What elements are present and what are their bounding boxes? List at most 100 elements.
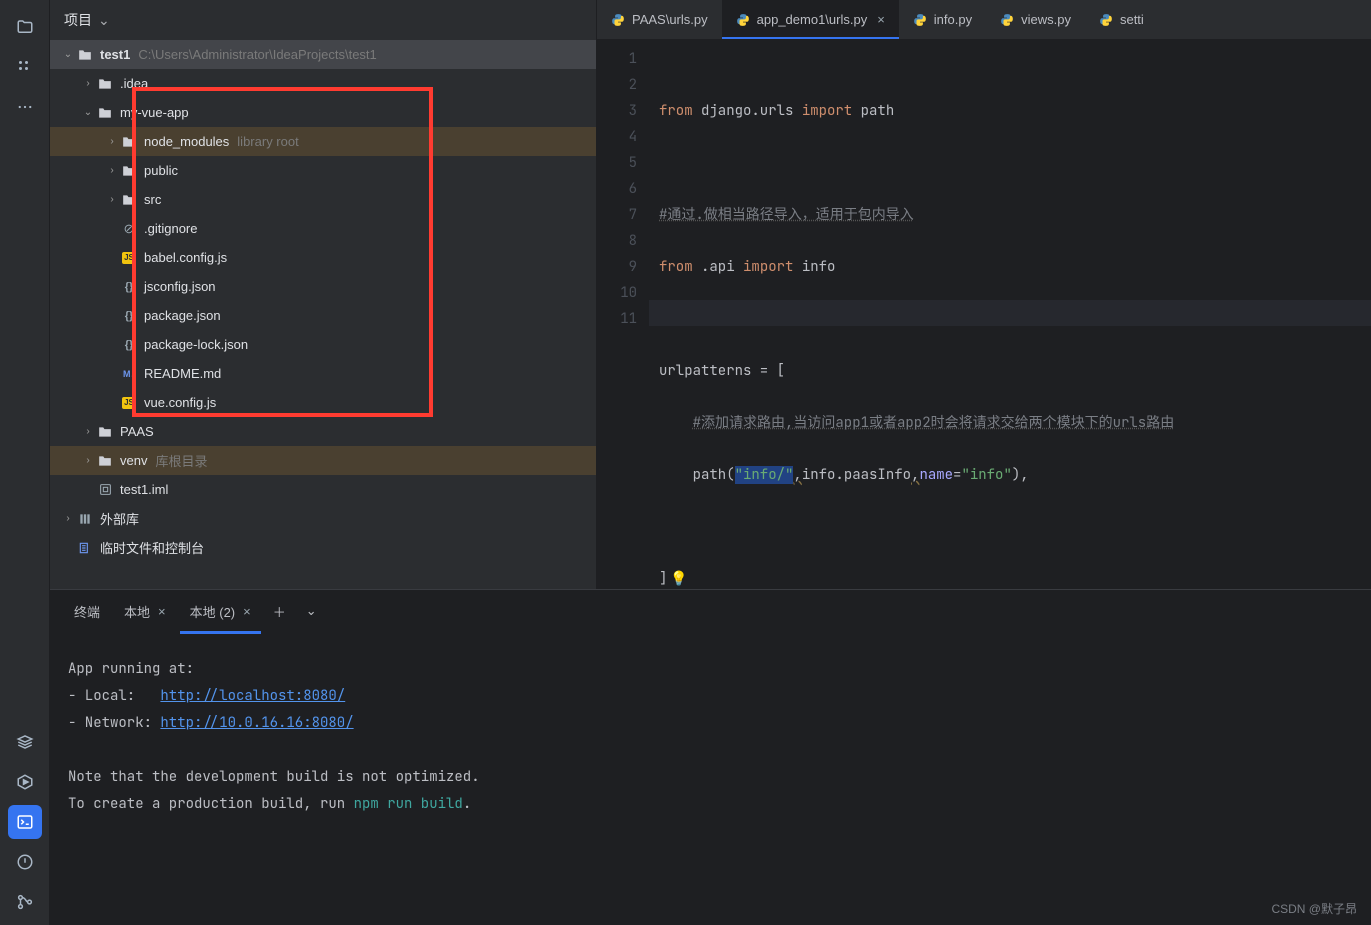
tab-label: setti: [1120, 12, 1144, 27]
bulb-icon[interactable]: 💡: [670, 570, 687, 588]
services-tool-icon[interactable]: [8, 725, 42, 759]
folder-icon: [96, 107, 114, 119]
tree-item-babel-config[interactable]: JS babel.config.js: [50, 243, 596, 272]
tree-item-iml[interactable]: test1.iml: [50, 475, 596, 504]
python-icon: [736, 13, 750, 27]
tree-label: my-vue-app: [120, 105, 189, 120]
tree-label: package-lock.json: [144, 337, 248, 352]
json-icon: {}: [120, 281, 138, 293]
tab-info[interactable]: info.py: [899, 0, 986, 40]
tree-item-vue-config[interactable]: JS vue.config.js: [50, 388, 596, 417]
tree-item-venv[interactable]: › venv 库根目录: [50, 446, 596, 475]
terminal-title[interactable]: 终端: [64, 596, 110, 627]
tree-label: test1.iml: [120, 482, 168, 497]
project-tool-icon[interactable]: [8, 10, 42, 44]
terminal-more-button[interactable]: ⌄: [298, 599, 325, 623]
arrow-right-icon[interactable]: ›: [104, 165, 120, 176]
project-tree: ⌄ test1 C:\Users\Administrator\IdeaProje…: [50, 40, 596, 589]
terminal-tool-icon[interactable]: [8, 805, 42, 839]
python-icon: [1099, 13, 1113, 27]
scratches-icon: [76, 541, 94, 555]
close-icon[interactable]: ×: [243, 604, 251, 619]
editor-area: PAAS\urls.py app_demo1\urls.py × info.py…: [597, 0, 1371, 589]
arrow-right-icon[interactable]: ›: [80, 455, 96, 466]
tree-label: babel.config.js: [144, 250, 227, 265]
tree-item-jsconfig[interactable]: {} jsconfig.json: [50, 272, 596, 301]
git-tool-icon[interactable]: [8, 885, 42, 919]
tree-label: vue.config.js: [144, 395, 216, 410]
tree-root[interactable]: ⌄ test1 C:\Users\Administrator\IdeaProje…: [50, 40, 596, 69]
tab-settings[interactable]: setti: [1085, 0, 1158, 40]
markdown-icon: M↓: [120, 369, 138, 379]
tree-suffix: 库根目录: [155, 451, 207, 470]
tree-item-src[interactable]: › src: [50, 185, 596, 214]
network-url-link[interactable]: http://10.0.16.16:8080/: [160, 714, 353, 732]
arrow-right-icon[interactable]: ›: [80, 78, 96, 89]
tree-item-paas[interactable]: › PAAS: [50, 417, 596, 446]
tree-label: 临时文件和控制台: [100, 538, 204, 557]
terminal-panel: 终端 本地 × 本地 (2) × ＋ ⌄ App running at: - L…: [50, 589, 1371, 925]
arrow-down-icon[interactable]: ⌄: [60, 49, 76, 60]
tab-label: PAAS\urls.py: [632, 12, 708, 27]
project-icon: [76, 49, 94, 61]
more-tool-icon[interactable]: [8, 90, 42, 124]
iml-icon: [96, 483, 114, 496]
project-panel-header[interactable]: 项目 ⌄: [50, 0, 596, 40]
tree-item-package-lock[interactable]: {} package-lock.json: [50, 330, 596, 359]
tree-item-public[interactable]: › public: [50, 156, 596, 185]
folder-icon: [96, 78, 114, 90]
tree-item-node-modules[interactable]: › node_modules library root: [50, 127, 596, 156]
tree-label: PAAS: [120, 424, 154, 439]
tree-label: src: [144, 192, 161, 207]
structure-tool-icon[interactable]: [8, 50, 42, 84]
python-icon: [611, 13, 625, 27]
editor-tabs: PAAS\urls.py app_demo1\urls.py × info.py…: [597, 0, 1371, 40]
tree-item-external-libs[interactable]: › 外部库: [50, 504, 596, 533]
code-editor[interactable]: 1234567891011 from django.urls import pa…: [597, 40, 1371, 589]
tree-label: 外部库: [100, 509, 139, 528]
library-icon: [76, 512, 94, 526]
tree-item-package-json[interactable]: {} package.json: [50, 301, 596, 330]
tree-label: venv: [120, 453, 147, 468]
terminal-tab-local-2[interactable]: 本地 (2) ×: [180, 596, 261, 627]
watermark: CSDN @默子昂: [1271, 900, 1357, 917]
folder-icon: [120, 136, 138, 148]
terminal-tab-local[interactable]: 本地 ×: [114, 596, 176, 627]
json-icon: {}: [120, 310, 138, 322]
close-icon[interactable]: ×: [877, 12, 885, 27]
local-url-link[interactable]: http://localhost:8080/: [160, 687, 345, 705]
arrow-down-icon[interactable]: ⌄: [80, 107, 96, 118]
tab-paas-urls[interactable]: PAAS\urls.py: [597, 0, 722, 40]
tree-item-my-vue-app[interactable]: ⌄ my-vue-app: [50, 98, 596, 127]
close-icon[interactable]: ×: [158, 604, 166, 619]
tab-app-demo1-urls[interactable]: app_demo1\urls.py ×: [722, 0, 899, 40]
add-terminal-button[interactable]: ＋: [265, 598, 294, 625]
arrow-right-icon[interactable]: ›: [104, 136, 120, 147]
folder-icon: [120, 165, 138, 177]
tree-item-scratches[interactable]: 临时文件和控制台: [50, 533, 596, 562]
tree-item-gitignore[interactable]: ⊘ .gitignore: [50, 214, 596, 243]
run-tool-icon[interactable]: [8, 765, 42, 799]
python-icon: [1000, 13, 1014, 27]
js-icon: JS: [120, 252, 138, 264]
gitignore-icon: ⊘: [120, 221, 138, 237]
arrow-right-icon[interactable]: ›: [104, 194, 120, 205]
tab-label: 本地: [124, 602, 150, 621]
activity-bar: [0, 0, 50, 925]
tree-label: test1: [100, 47, 130, 62]
code-content[interactable]: from django.urls import path #通过.做相当路径导入…: [649, 40, 1371, 589]
tab-views[interactable]: views.py: [986, 0, 1085, 40]
tree-item-idea[interactable]: › .idea: [50, 69, 596, 98]
terminal-output[interactable]: App running at: - Local: http://localhos…: [50, 632, 1371, 925]
arrow-right-icon[interactable]: ›: [80, 426, 96, 437]
tree-item-readme[interactable]: M↓ README.md: [50, 359, 596, 388]
gutter: 1234567891011: [597, 40, 649, 589]
panel-title: 项目: [64, 10, 92, 30]
problems-tool-icon[interactable]: [8, 845, 42, 879]
json-icon: {}: [120, 339, 138, 351]
arrow-right-icon[interactable]: ›: [60, 513, 76, 524]
tree-label: package.json: [144, 308, 221, 323]
tree-suffix: library root: [237, 134, 298, 149]
project-sidebar: 项目 ⌄ ⌄ test1 C:\Users\Administrator\Idea…: [50, 0, 597, 589]
tab-label: views.py: [1021, 12, 1071, 27]
